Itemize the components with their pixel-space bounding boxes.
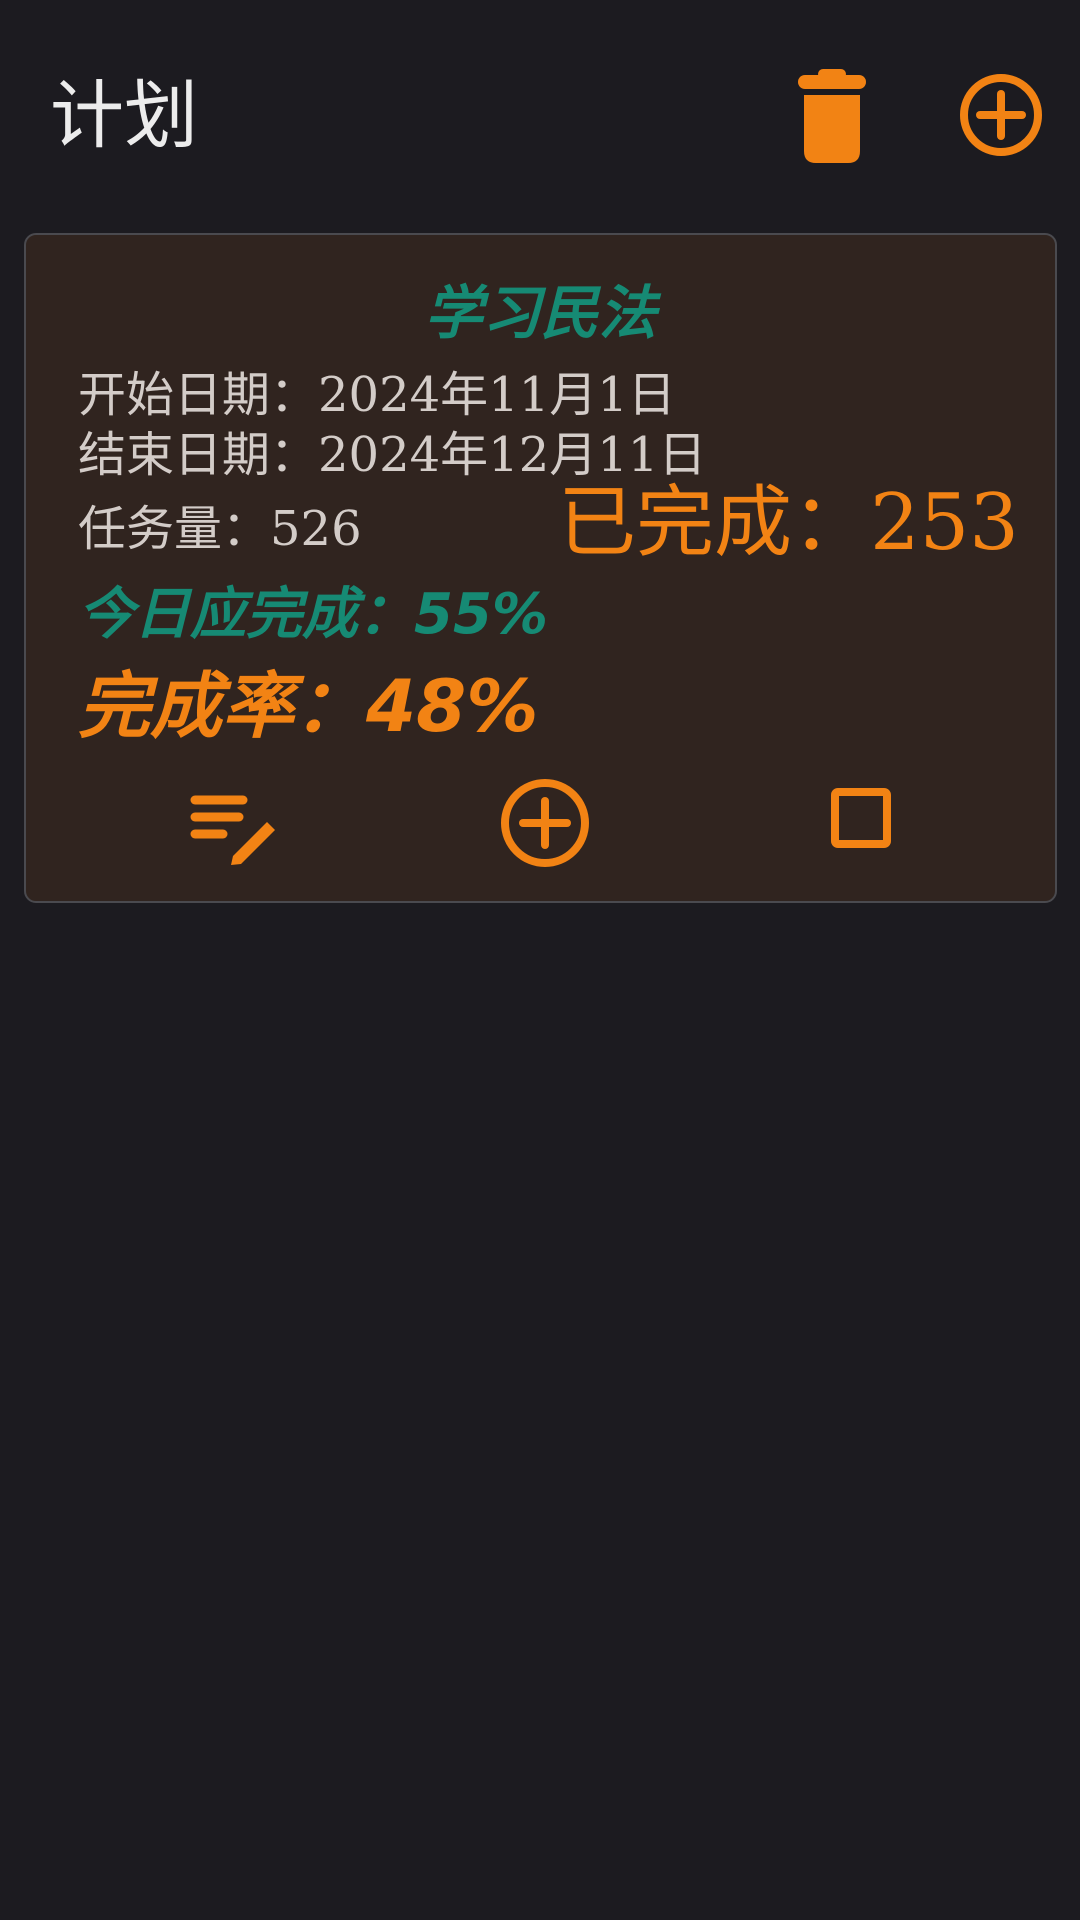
plan-screen: 计划 学习民法 开始日期：2024年11月1日 结束日期：2024年12月11日… <box>0 0 1080 1920</box>
completed-value: 253 <box>870 478 1019 568</box>
today-target: 今日应完成：55% <box>78 580 548 650</box>
plan-card[interactable]: 学习民法 开始日期：2024年11月1日 结束日期：2024年12月11日 任务… <box>24 233 1057 903</box>
end-date-label: 结束日期： <box>78 427 319 483</box>
today-target-label: 今日应完成： <box>78 582 414 647</box>
add-progress-button[interactable] <box>497 775 593 871</box>
start-date: 开始日期：2024年11月1日 <box>78 365 676 425</box>
add-plan-button[interactable] <box>952 66 1050 164</box>
delete-button[interactable] <box>790 66 874 168</box>
start-date-label: 开始日期： <box>78 367 319 423</box>
completion-rate-label: 完成率： <box>78 664 367 748</box>
edit-list-icon <box>190 795 275 865</box>
trash-icon <box>798 69 866 163</box>
start-date-value: 2024年11月1日 <box>318 367 676 423</box>
page-title: 计划 <box>50 73 198 159</box>
plan-title: 学习民法 <box>424 279 657 347</box>
task-amount-value: 526 <box>270 501 362 557</box>
complete-checkbox[interactable] <box>826 783 896 853</box>
add-circle-icon <box>960 74 1042 156</box>
completed-count: 已完成：253 <box>558 475 1019 571</box>
add-circle-icon <box>501 779 589 867</box>
completion-rate: 完成率：48% <box>78 662 538 750</box>
today-target-value: 55% <box>414 582 549 647</box>
edit-plan-button[interactable] <box>184 787 284 869</box>
task-amount: 任务量：526 <box>78 499 362 559</box>
completion-rate-value: 48% <box>366 664 539 748</box>
task-amount-label: 任务量： <box>78 501 271 557</box>
card-actions <box>26 775 1055 885</box>
completed-label: 已完成： <box>558 478 871 568</box>
checkbox-icon <box>831 788 891 848</box>
